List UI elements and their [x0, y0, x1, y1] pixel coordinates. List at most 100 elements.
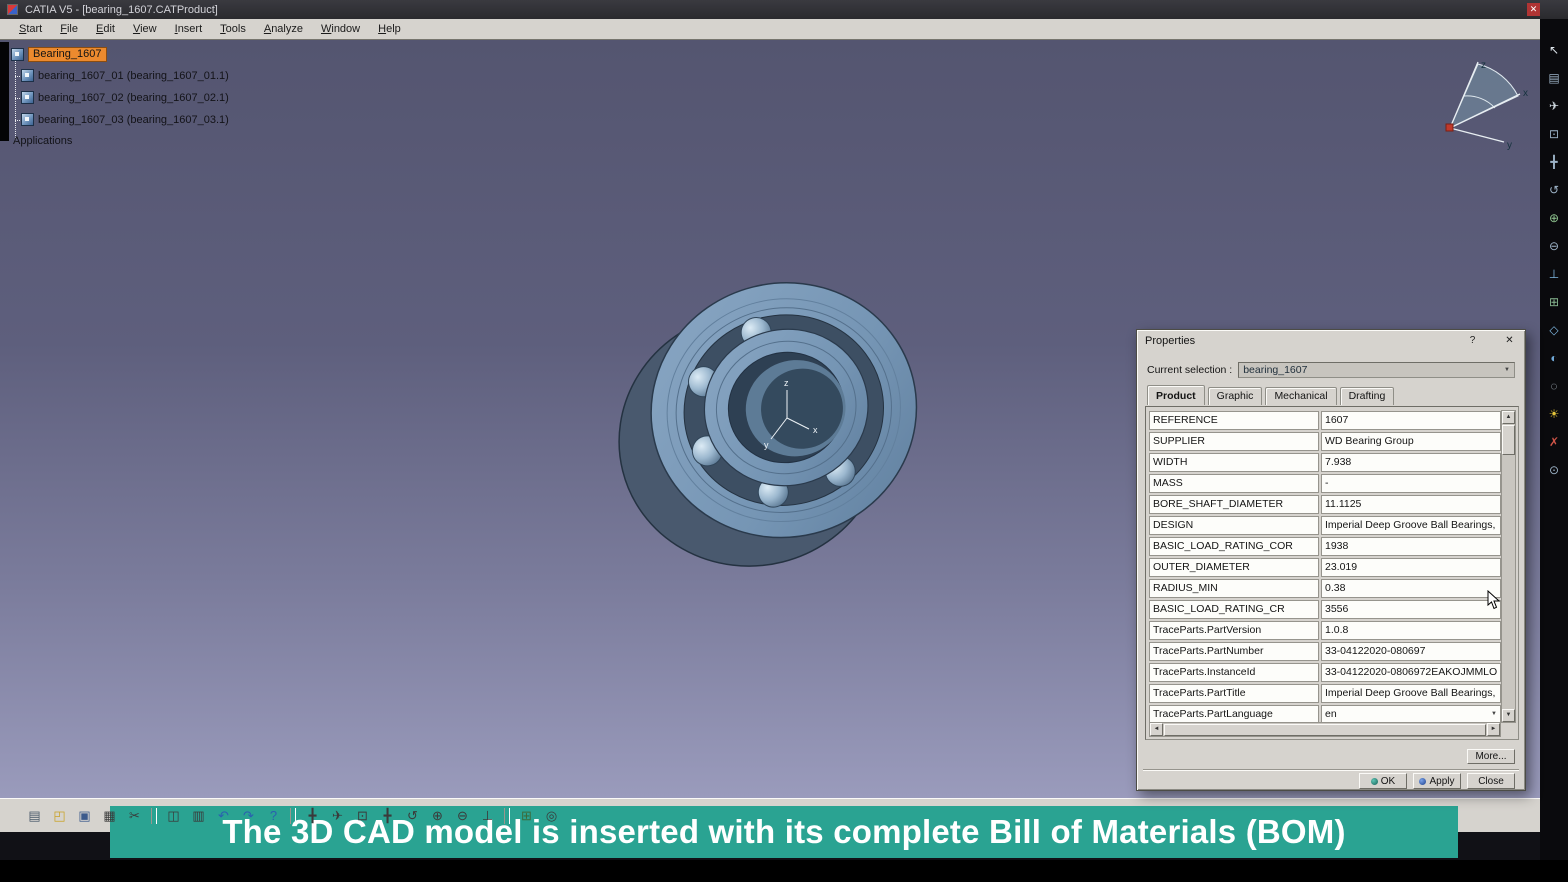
menu-help[interactable]: Help	[369, 21, 410, 37]
menu-edit[interactable]: Edit	[87, 21, 124, 37]
bearing-geometry[interactable]	[587, 255, 948, 590]
menu-analyze[interactable]: Analyze	[255, 21, 312, 37]
scroll-up-icon[interactable]: ▲	[1502, 411, 1515, 424]
pan-icon[interactable]: ╋	[1546, 155, 1563, 170]
scroll-down-icon[interactable]: ▼	[1502, 709, 1515, 722]
property-value[interactable]: 1938	[1321, 537, 1501, 556]
dialog-close-icon[interactable]: ✕	[1502, 334, 1517, 348]
vertical-scrollbar[interactable]: ▲ ▼	[1501, 410, 1516, 723]
open-folder-icon[interactable]: ◰	[51, 807, 68, 825]
light-icon[interactable]: ☀	[1546, 407, 1563, 422]
normal-view-2-icon[interactable]: ⊥	[479, 807, 496, 825]
vertical-scroll-thumb[interactable]	[1502, 425, 1515, 455]
tab-graphic[interactable]: Graphic	[1208, 387, 1263, 405]
measure-icon[interactable]: ◎	[543, 807, 560, 825]
more-button[interactable]: More...	[1467, 749, 1515, 764]
property-value[interactable]: WD Bearing Group	[1321, 432, 1501, 451]
property-value[interactable]: 11.1125	[1321, 495, 1501, 514]
tree-item-bearing-02[interactable]: bearing_1607_02 (bearing_1607_02.1)	[21, 91, 229, 104]
horizontal-scrollbar[interactable]: ◄ ►	[1149, 722, 1501, 737]
property-value[interactable]: 33-04122020-080697	[1321, 642, 1501, 661]
rotate-icon[interactable]: ↺	[1546, 183, 1563, 198]
menu-view[interactable]: View	[124, 21, 166, 37]
chevron-down-icon[interactable]: ▼	[1504, 367, 1510, 373]
hide-show-icon[interactable]: ✗	[1546, 435, 1563, 450]
tree-item-bearing-01[interactable]: bearing_1607_01 (bearing_1607_01.1)	[21, 69, 229, 82]
apply-button[interactable]: Apply	[1413, 773, 1461, 789]
tree-root-item[interactable]: Bearing_1607	[11, 47, 107, 62]
property-value[interactable]: 0.38	[1321, 579, 1501, 598]
menu-tools[interactable]: Tools	[211, 21, 255, 37]
copy-icon[interactable]: ◫	[165, 807, 182, 825]
part-icon	[21, 113, 34, 126]
pan-2-icon[interactable]: ╋	[379, 807, 396, 825]
undo-icon[interactable]: ↶	[215, 807, 232, 825]
property-value[interactable]: 1.0.8	[1321, 621, 1501, 640]
property-value[interactable]: 7.938	[1321, 453, 1501, 472]
dialog-title-bar[interactable]: Properties ? ✕	[1137, 330, 1525, 351]
zoom-in-2-icon[interactable]: ⊕	[429, 807, 446, 825]
help-icon[interactable]: ?	[265, 807, 282, 825]
tree-item-label[interactable]: bearing_1607_01 (bearing_1607_01.1)	[38, 70, 229, 82]
select-arrow-icon[interactable]: ↖	[1546, 43, 1563, 58]
iso-view-icon[interactable]: ◇	[1546, 323, 1563, 338]
fit-all-in-icon[interactable]: ⊡	[1546, 127, 1563, 142]
save-icon[interactable]: ▣	[76, 807, 93, 825]
horizontal-scroll-thumb[interactable]	[1164, 724, 1486, 736]
property-value[interactable]: 1607	[1321, 411, 1501, 430]
window-close-icon[interactable]: ✕	[1527, 3, 1540, 16]
property-value[interactable]: 23.019	[1321, 558, 1501, 577]
menu-bar: Start File Edit View Insert Tools Analyz…	[0, 19, 1540, 40]
menu-insert[interactable]: Insert	[166, 21, 212, 37]
menu-window[interactable]: Window	[312, 21, 369, 37]
fit-all-2-icon[interactable]: ⊡	[354, 807, 371, 825]
property-value[interactable]: Imperial Deep Groove Ball Bearings, Bore	[1321, 516, 1501, 535]
paste-icon[interactable]: ▥	[190, 807, 207, 825]
fly-mode-2-icon[interactable]: ✈	[329, 807, 346, 825]
zoom-out-icon[interactable]: ⊖	[1546, 239, 1563, 254]
zoom-out-2-icon[interactable]: ⊖	[454, 807, 471, 825]
multi-view-2-icon[interactable]: ⊞	[518, 807, 535, 825]
wireframe-view-icon[interactable]: ◌	[1546, 379, 1563, 394]
current-selection-value: bearing_1607	[1243, 364, 1307, 376]
new-document-icon[interactable]: ▤	[26, 807, 43, 825]
tree-item-label[interactable]: Applications	[13, 135, 72, 147]
scroll-left-icon[interactable]: ◄	[1150, 723, 1163, 736]
view-compass[interactable]: z x y	[1420, 56, 1535, 151]
tree-item-applications[interactable]: Applications	[13, 135, 72, 147]
close-button[interactable]: Close	[1467, 773, 1515, 789]
property-value[interactable]: Imperial Deep Groove Ball Bearings, Bore	[1321, 684, 1501, 703]
property-value[interactable]: 33-04122020-0806972EAKOJMMLOW7IE2	[1321, 663, 1501, 682]
scroll-right-icon[interactable]: ►	[1487, 723, 1500, 736]
tab-drafting[interactable]: Drafting	[1340, 387, 1395, 405]
tree-anchor-bar[interactable]	[0, 42, 9, 141]
multi-view-icon[interactable]: ⊞	[1546, 295, 1563, 310]
current-selection-field[interactable]: bearing_1607 ▼	[1238, 362, 1515, 378]
menu-start[interactable]: Start	[10, 21, 51, 37]
tree-root-label[interactable]: Bearing_1607	[28, 47, 107, 62]
whats-this-icon[interactable]: ╋	[304, 807, 321, 825]
redo-icon[interactable]: ↷	[240, 807, 257, 825]
magnifier-icon[interactable]: ⊙	[1546, 463, 1563, 478]
bearing-3d-model[interactable]: z x y	[575, 250, 995, 590]
cut-icon[interactable]: ✂	[126, 807, 143, 825]
tree-item-label[interactable]: bearing_1607_03 (bearing_1607_03.1)	[38, 114, 229, 126]
tab-product[interactable]: Product	[1147, 385, 1205, 405]
dialog-help-icon[interactable]: ?	[1465, 334, 1480, 348]
property-value[interactable]: -	[1321, 474, 1501, 493]
tab-mechanical[interactable]: Mechanical	[1265, 387, 1336, 405]
shaded-view-icon[interactable]: ◐	[1546, 351, 1563, 366]
ok-button[interactable]: OK	[1359, 773, 1407, 789]
tree-item-bearing-03[interactable]: bearing_1607_03 (bearing_1607_03.1)	[21, 113, 229, 126]
normal-view-icon[interactable]: ⊥	[1546, 267, 1563, 282]
spec-tree-icon[interactable]: ▤	[1546, 71, 1563, 86]
property-value[interactable]: 3556	[1321, 600, 1501, 619]
rotate-2-icon[interactable]: ↺	[404, 807, 421, 825]
chevron-down-icon[interactable]: ▼	[1489, 706, 1497, 723]
menu-file[interactable]: File	[51, 21, 87, 37]
tree-item-label[interactable]: bearing_1607_02 (bearing_1607_02.1)	[38, 92, 229, 104]
standard-toolbar-icons: ▤ ◰ ▣ ▦ ✂ ◫ ▥ ↶ ↷ ? ╋ ✈ ⊡ ╋ ↺ ⊕ ⊖ ⊥ ⊞ ◎	[26, 807, 560, 825]
fly-mode-icon[interactable]: ✈	[1546, 99, 1563, 114]
zoom-in-icon[interactable]: ⊕	[1546, 211, 1563, 226]
print-icon[interactable]: ▦	[101, 807, 118, 825]
